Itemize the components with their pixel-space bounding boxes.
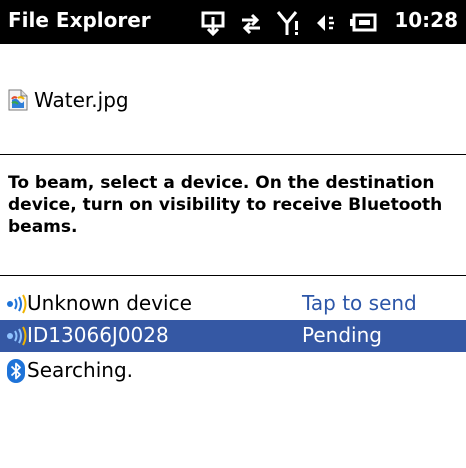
battery-charging-icon[interactable] bbox=[350, 10, 378, 36]
device-row-unknown[interactable]: Unknown device Tap to send bbox=[0, 288, 466, 320]
file-name: Water.jpg bbox=[34, 88, 129, 112]
searching-label: Searching. bbox=[27, 358, 133, 382]
device-name: ID13066J0028 bbox=[27, 323, 169, 347]
bluetooth-icon bbox=[7, 359, 25, 383]
divider-top bbox=[0, 154, 466, 155]
title-bar: File Explorer 10:28 bbox=[0, 0, 466, 44]
beam-signal-icon bbox=[7, 294, 27, 314]
beam-instructions: To beam, select a device. On the destina… bbox=[8, 173, 443, 237]
sync-arrows-icon[interactable] bbox=[238, 10, 264, 36]
volume-icon[interactable] bbox=[314, 10, 340, 36]
tap-to-send-link[interactable]: Tap to send bbox=[302, 291, 417, 315]
device-name: Unknown device bbox=[27, 291, 192, 315]
beam-signal-icon bbox=[7, 326, 27, 346]
signal-strength-icon[interactable] bbox=[276, 10, 302, 36]
searching-status: Searching. bbox=[0, 356, 466, 386]
image-file-icon bbox=[8, 89, 28, 111]
device-status: Pending bbox=[302, 323, 382, 347]
device-row-id13066j0028[interactable]: ID13066J0028 Pending bbox=[0, 320, 466, 352]
app-title: File Explorer bbox=[8, 8, 151, 32]
divider-bottom bbox=[0, 275, 466, 276]
data-connection-icon[interactable] bbox=[200, 10, 226, 36]
clock: 10:28 bbox=[394, 8, 458, 32]
